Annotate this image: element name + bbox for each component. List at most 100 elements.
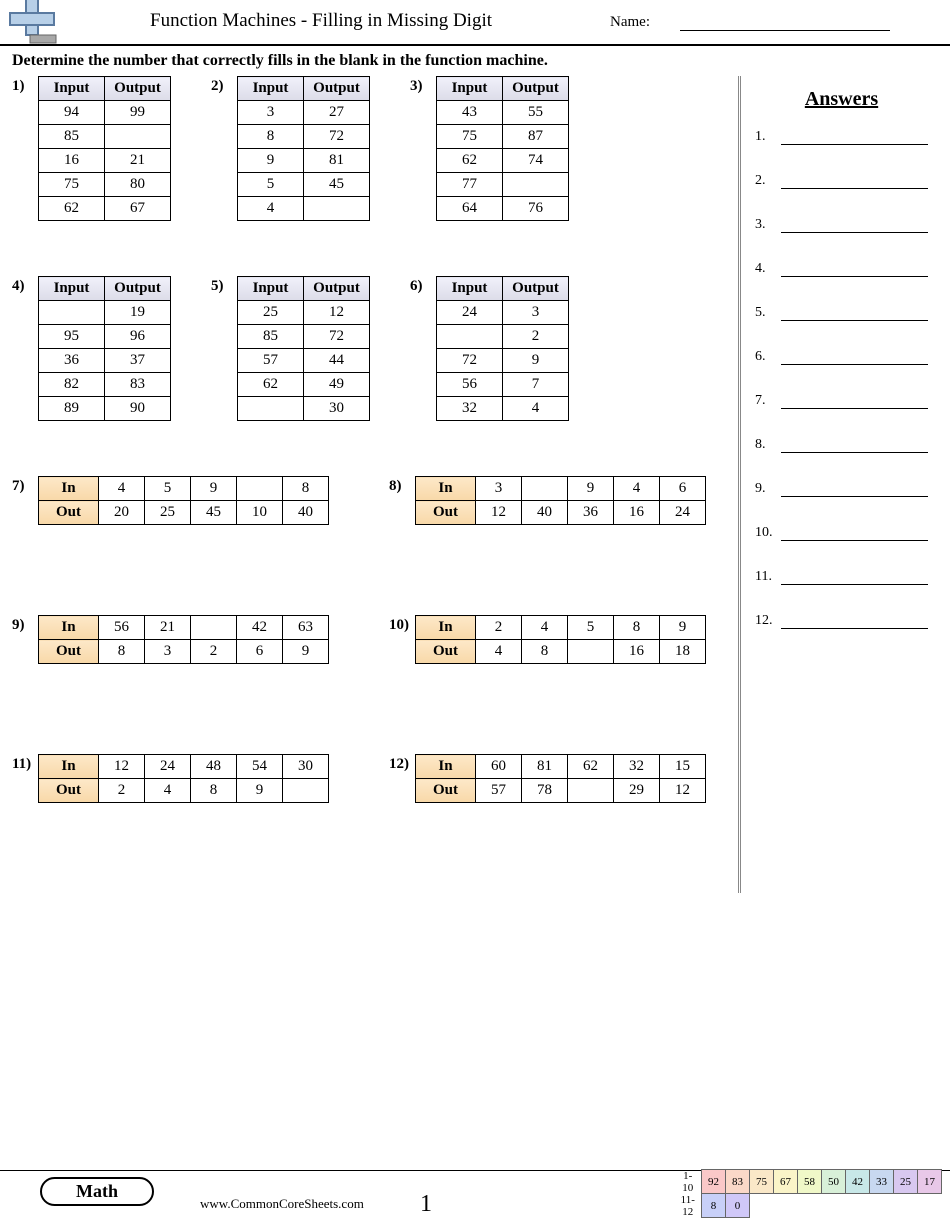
cell: 8 bbox=[99, 640, 145, 664]
col-header-input: Input bbox=[238, 77, 304, 101]
cell: 54 bbox=[237, 755, 283, 779]
problem-number: 2) bbox=[211, 76, 237, 95]
col-header-output: Output bbox=[105, 77, 171, 101]
answer-line-3: 3. bbox=[755, 217, 928, 233]
cell: 2 bbox=[99, 779, 145, 803]
col-header-output: Output bbox=[105, 277, 171, 301]
page-number: 1 bbox=[420, 1191, 432, 1218]
cell: 81 bbox=[522, 755, 568, 779]
answer-blank[interactable] bbox=[781, 408, 928, 409]
cell: 32 bbox=[437, 397, 503, 421]
cell: 16 bbox=[39, 149, 105, 173]
score-cell: 92 bbox=[702, 1170, 726, 1194]
cell: 85 bbox=[39, 125, 105, 149]
answer-blank[interactable] bbox=[781, 584, 928, 585]
blank-cell[interactable] bbox=[238, 397, 304, 421]
cell: 21 bbox=[145, 616, 191, 640]
cell: 36 bbox=[39, 349, 105, 373]
score-grid: 1-10 92 83 75 67 58 50 42 33 25 17 11-12… bbox=[678, 1169, 943, 1218]
answer-blank[interactable] bbox=[781, 232, 928, 233]
function-table: InputOutput 9499 85 1621 7580 6267 bbox=[38, 76, 171, 221]
problem-number: 6) bbox=[410, 276, 436, 295]
cell: 12 bbox=[304, 301, 370, 325]
row-header-out: Out bbox=[416, 501, 476, 525]
cell: 96 bbox=[105, 325, 171, 349]
problem-number: 8) bbox=[389, 476, 415, 495]
cell: 9 bbox=[191, 477, 237, 501]
answer-line-6: 6. bbox=[755, 349, 928, 365]
problems-row-5: 11) In1224485430 Out2489 12) In608162321… bbox=[12, 754, 728, 803]
blank-cell[interactable] bbox=[283, 779, 329, 803]
problem-3: 3) InputOutput 4355 7587 6274 77 6476 bbox=[410, 76, 569, 221]
blank-cell[interactable] bbox=[237, 477, 283, 501]
content-area: 1) InputOutput 9499 85 1621 7580 6267 2)… bbox=[0, 76, 950, 893]
problems-row-2: 4) InputOutput 19 9596 3637 8283 8990 5)… bbox=[12, 276, 728, 421]
blank-cell[interactable] bbox=[39, 301, 105, 325]
name-input-line[interactable] bbox=[680, 30, 890, 31]
name-label: Name: bbox=[610, 14, 650, 31]
cell: 4 bbox=[614, 477, 660, 501]
answer-blank[interactable] bbox=[781, 540, 928, 541]
score-cell: 8 bbox=[702, 1194, 726, 1218]
answer-blank[interactable] bbox=[781, 496, 928, 497]
blank-cell[interactable] bbox=[437, 325, 503, 349]
answer-blank[interactable] bbox=[781, 628, 928, 629]
cell: 9 bbox=[568, 477, 614, 501]
blank-cell[interactable] bbox=[522, 477, 568, 501]
blank-cell[interactable] bbox=[304, 197, 370, 221]
blank-cell[interactable] bbox=[105, 125, 171, 149]
cell: 82 bbox=[39, 373, 105, 397]
cell: 87 bbox=[503, 125, 569, 149]
function-table: InputOutput 327 872 981 545 4 bbox=[237, 76, 370, 221]
score-cell: 17 bbox=[918, 1170, 942, 1194]
cell: 3 bbox=[238, 101, 304, 125]
cell: 3 bbox=[145, 640, 191, 664]
cell: 20 bbox=[99, 501, 145, 525]
function-table-h: In1224485430 Out2489 bbox=[38, 754, 329, 803]
answer-number: 3. bbox=[755, 217, 775, 233]
answer-number: 7. bbox=[755, 393, 775, 409]
row-header-in: In bbox=[416, 477, 476, 501]
subject-badge: Math bbox=[40, 1177, 154, 1206]
col-header-input: Input bbox=[238, 277, 304, 301]
cell: 4 bbox=[238, 197, 304, 221]
problem-number: 11) bbox=[12, 754, 38, 773]
cell: 9 bbox=[237, 779, 283, 803]
cell: 90 bbox=[105, 397, 171, 421]
cell: 5 bbox=[568, 616, 614, 640]
cell: 45 bbox=[191, 501, 237, 525]
problem-7: 7) In4598 Out2025451040 bbox=[12, 476, 329, 525]
answer-blank[interactable] bbox=[781, 364, 928, 365]
row-header-in: In bbox=[416, 616, 476, 640]
problem-10: 10) In24589 Out481618 bbox=[389, 615, 706, 664]
answer-blank[interactable] bbox=[781, 188, 928, 189]
cell: 8 bbox=[522, 640, 568, 664]
cell: 9 bbox=[283, 640, 329, 664]
problem-9: 9) In56214263 Out83269 bbox=[12, 615, 329, 664]
problem-12: 12) In6081623215 Out57782912 bbox=[389, 754, 706, 803]
row-header-out: Out bbox=[416, 779, 476, 803]
blank-cell[interactable] bbox=[568, 640, 614, 664]
blank-cell[interactable] bbox=[503, 173, 569, 197]
cell: 30 bbox=[283, 755, 329, 779]
problem-number: 12) bbox=[389, 754, 415, 773]
cell: 75 bbox=[437, 125, 503, 149]
answer-blank[interactable] bbox=[781, 144, 928, 145]
problem-2: 2) InputOutput 327 872 981 545 4 bbox=[211, 76, 370, 221]
score-cell: 25 bbox=[894, 1170, 918, 1194]
answer-blank[interactable] bbox=[781, 276, 928, 277]
cell: 57 bbox=[238, 349, 304, 373]
answer-number: 2. bbox=[755, 173, 775, 189]
col-header-input: Input bbox=[437, 77, 503, 101]
row-header-out: Out bbox=[39, 779, 99, 803]
blank-cell[interactable] bbox=[191, 616, 237, 640]
blank-cell[interactable] bbox=[568, 779, 614, 803]
cell: 45 bbox=[304, 173, 370, 197]
answer-blank[interactable] bbox=[781, 320, 928, 321]
answer-line-7: 7. bbox=[755, 393, 928, 409]
cell: 4 bbox=[145, 779, 191, 803]
row-header-in: In bbox=[39, 477, 99, 501]
cell: 24 bbox=[437, 301, 503, 325]
score-cell: 50 bbox=[822, 1170, 846, 1194]
answer-blank[interactable] bbox=[781, 452, 928, 453]
